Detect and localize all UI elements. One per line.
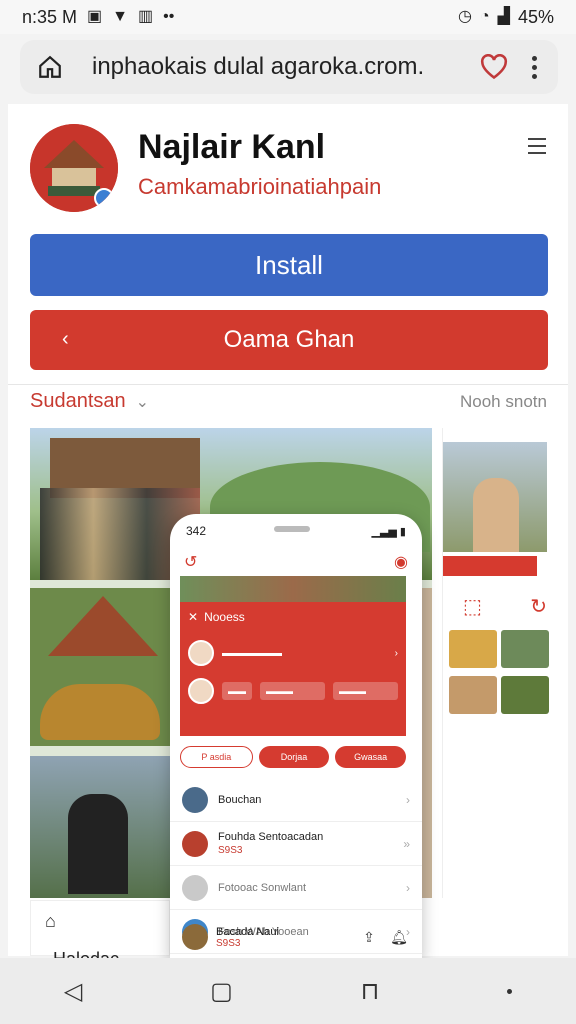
wifi-signal-icon: ◔ [479,8,490,25]
secondary-button[interactable]: ‹ Oama Ghan [30,310,548,370]
phone-panel-row-text: ▬▬▬▬▬▬ [222,647,282,659]
thumb-food[interactable] [449,630,497,668]
share-icon[interactable]: ⇪ [358,929,380,946]
book-icon: ▥ [138,8,154,25]
home-outline-icon[interactable]: ⌂ [45,911,56,932]
chevron-down-icon: ⌄ [135,393,150,411]
status-time: n:35 M [22,6,78,27]
back-icon[interactable]: ◁ [64,977,82,1006]
phone-item-icon [182,830,208,857]
phone-mockup: 342 ▁▃▅ ▮ ↺ ◉ ✕ Nooess ▬▬▬▬▬▬ › ▬▬ ▬▬▬ ▬… [170,514,422,960]
phone-footer: Bacada Naui S9S3 ⇪ 🔔︎ [170,914,422,960]
bookmarks-icon[interactable]: ⊓ [361,977,380,1006]
phone-status-bar: 342 ▁▃▅ ▮ [170,514,422,548]
chevron-right-icon: › [406,792,410,807]
phone-item-title: Fouhda Sentoacadan [218,831,324,843]
url-text[interactable]: inphaokais dulal agaroka.crom. [68,53,476,81]
phone-app-bar: ↺ ◉ [170,548,422,576]
phone-header-label: Nooess [204,610,245,624]
more-notifications-icon: •• [163,8,175,25]
side-icons: ⬚ ↻ [463,594,547,619]
phone-back-icon[interactable]: ↺ [184,552,197,572]
phone-list-item[interactable]: Fouhda Sentoacadan S9S3 » [170,822,422,866]
phone-footer-avatar [182,924,208,950]
divider [8,384,568,385]
refresh-icon[interactable]: ↻ [530,594,547,619]
phone-pill-2: ▬▬▬ [260,682,325,700]
phone-list-item[interactable]: Bouchan › [170,778,422,822]
thumb-plants[interactable] [501,676,549,714]
phone-item-icon [182,786,208,813]
app-subtitle: Camkamabrioinatiahpain [138,174,382,199]
phone-avatar-2 [188,678,214,704]
verified-badge-icon [94,188,114,208]
phone-chip[interactable]: Gwasaa [335,746,407,768]
gallery-side-preview[interactable]: ⬚ ↻ [442,428,549,898]
install-button[interactable]: Install [30,234,548,296]
phone-item-icon [182,874,208,901]
phone-avatar [188,640,214,666]
phone-chip[interactable]: P asdia [180,746,253,768]
chevron-right-icon: » [403,836,410,851]
phone-panel-row[interactable]: ▬▬▬▬▬▬ › [188,640,398,666]
page-content: Najlair Kanl Camkamabrioinatiahpain Inst… [8,104,568,969]
chevron-right-icon: › [394,647,398,659]
more-icon[interactable] [507,988,513,994]
phone-item-title: Bouchan [218,793,262,806]
section-label: Sudantsan [30,390,126,412]
share-icon[interactable]: ⬚ [463,594,482,619]
app-icon [30,124,118,212]
hamburger-menu-icon[interactable] [528,138,546,154]
bell-icon[interactable]: 🔔︎ [388,929,410,946]
thumb-crowd[interactable] [501,630,549,668]
alarm-icon: ◷ [458,8,472,25]
chevron-right-icon: › [406,880,410,895]
phone-close-icon[interactable]: ✕ [188,610,198,624]
phone-panel-row-2[interactable]: ▬▬ ▬▬▬ ▬▬▬ [188,678,398,704]
phone-signal-icon: ▁▃▅ ▮ [371,525,407,538]
home-icon[interactable]: ▢ [210,977,233,1006]
system-nav-bar: ◁ ▢ ⊓ [0,958,576,1024]
phone-chip-row: P asdia Dorjaa Gwasaa [180,746,407,768]
phone-pill-3: ▬▬▬ [333,682,398,700]
section-link[interactable]: Nooh snotn [460,392,547,412]
side-image[interactable] [443,442,547,552]
phone-item-sub: S9S3 [218,845,243,856]
phone-chip[interactable]: Dorjaa [258,746,330,768]
phone-footer-sub: S9S3 [216,937,241,949]
thumb-hands[interactable] [449,676,497,714]
wifi-icon: ▼ [112,8,128,25]
phone-status-time: 342 [186,524,207,538]
image-icon: ▣ [87,8,103,25]
battery-percent: 45% [517,6,554,27]
phone-hero-image [180,576,406,602]
app-header: Najlair Kanl Camkamabrioinatiahpain [8,104,568,224]
gallery-image-person[interactable] [30,756,170,898]
signal-icon: ▟ [497,8,510,25]
phone-list-item[interactable]: Fotooac Sonwlant › [170,866,422,910]
bottom-nav-card[interactable]: ⌂ Halodac [30,900,170,969]
browser-url-bar[interactable]: inphaokais dulal agaroka.crom. [20,40,558,94]
more-icon[interactable] [522,49,546,85]
home-icon[interactable] [32,49,68,85]
phone-notch [274,526,310,532]
heart-icon[interactable] [476,49,512,85]
section-dropdown[interactable]: Sudantsan ⌄ [30,390,149,413]
phone-footer-title: Bacada Naui [216,925,279,938]
gallery-image-house[interactable] [30,588,170,746]
phone-pill-1: ▬▬ [222,682,252,700]
app-name: Najlair Kanl [138,128,326,166]
phone-item-title: Fotooac Sonwlant [218,881,307,894]
phone-red-panel: ✕ Nooess ▬▬▬▬▬▬ › ▬▬ ▬▬▬ ▬▬▬ [180,602,406,736]
chevron-left-icon: ‹ [62,328,69,350]
secondary-button-label: Oama Ghan [223,326,355,353]
side-banner [443,556,537,576]
phone-profile-icon[interactable]: ◉ [394,552,408,572]
status-bar: n:35 M ▣ ▼ ▥ •• ◷ ◔ ▟ 45% [0,0,576,34]
